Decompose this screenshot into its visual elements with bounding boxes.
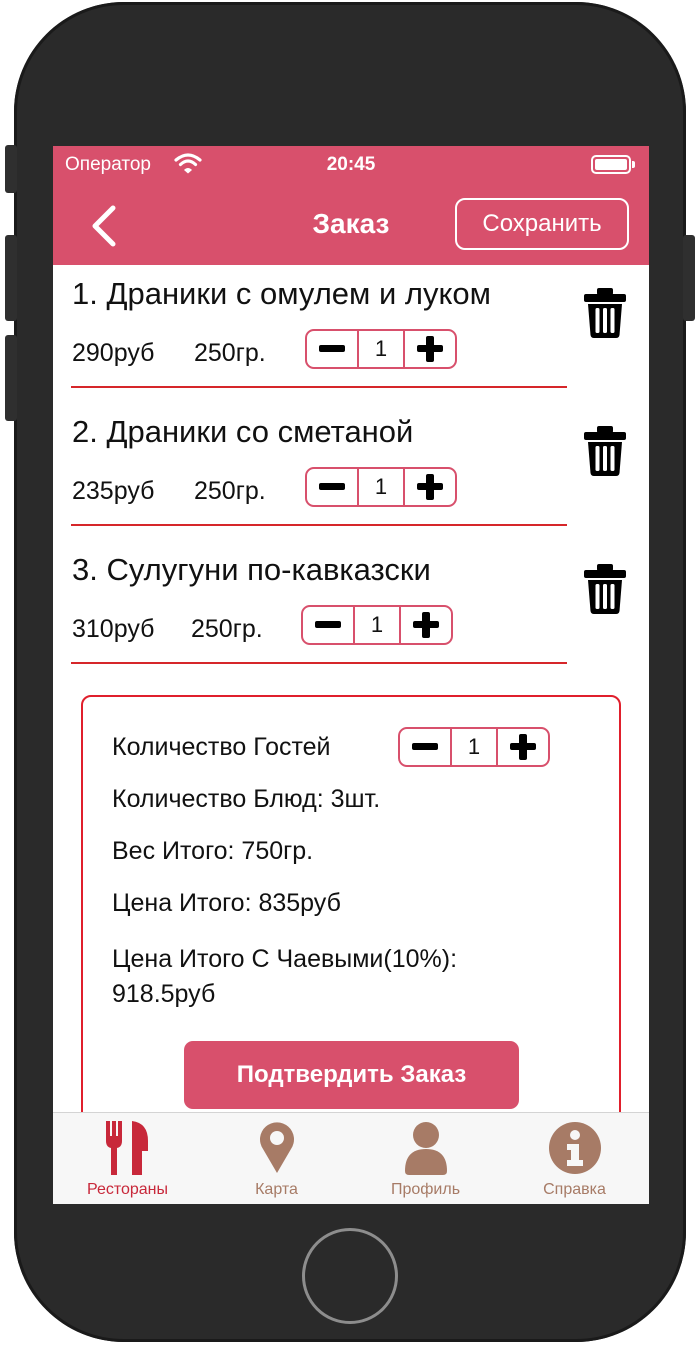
tab-label: Карта <box>255 1181 298 1198</box>
increment-button[interactable] <box>405 469 455 505</box>
item-separator <box>71 524 567 526</box>
tab-label: Профиль <box>390 1181 461 1198</box>
home-button[interactable] <box>302 1228 398 1324</box>
item-weight: 250гр. <box>194 477 266 505</box>
profile-icon <box>404 1122 447 1175</box>
mute-switch <box>5 145 17 193</box>
item-name: 2. Драники со сметаной <box>72 414 414 449</box>
item-price: 310руб <box>72 615 155 643</box>
trash-icon[interactable] <box>583 425 627 477</box>
item-name: 1. Драники с омулем и луком <box>72 276 491 311</box>
decrement-button[interactable] <box>307 331 357 367</box>
quantity-value: 1 <box>374 474 388 499</box>
screen: Оператор 20:45 Заказ Сохранить 1. Драник… <box>53 146 649 1204</box>
quantity-stepper: 1 <box>305 467 457 507</box>
guests-label: Количество Гостей <box>112 733 331 761</box>
decrement-button[interactable] <box>303 607 353 643</box>
tab-map[interactable]: Карта <box>202 1113 351 1204</box>
navigation-bar: Оператор 20:45 Заказ Сохранить <box>53 146 649 265</box>
increment-button[interactable] <box>401 607 451 643</box>
order-item: 3. Сулугуни по-кавказски 310руб 250гр. 1 <box>53 552 649 691</box>
price-total: Цена Итого: 835руб <box>112 889 341 917</box>
item-separator <box>71 662 567 664</box>
trash-icon[interactable] <box>583 287 627 339</box>
battery-icon <box>591 155 631 174</box>
info-icon <box>548 1122 601 1174</box>
item-separator <box>71 386 567 388</box>
power-button <box>683 235 695 321</box>
quantity-stepper: 1 <box>301 605 453 645</box>
increment-button[interactable] <box>498 729 548 765</box>
tab-restaurants[interactable]: Рестораны <box>53 1113 202 1204</box>
tab-profile[interactable]: Профиль <box>351 1113 500 1204</box>
battery-tip <box>632 161 635 168</box>
decrement-button[interactable] <box>400 729 450 765</box>
item-price: 290руб <box>72 339 155 367</box>
tab-bar: Рестораны Карта Профиль Справка <box>53 1112 649 1204</box>
item-name: 3. Сулугуни по-кавказски <box>72 552 431 587</box>
item-weight: 250гр. <box>191 615 263 643</box>
tab-label: Рестораны <box>86 1181 169 1198</box>
price-with-tips-label: Цена Итого С Чаевыми(10%): <box>112 945 458 973</box>
item-price: 235руб <box>72 477 155 505</box>
volume-up-button <box>5 235 17 321</box>
confirm-order-button[interactable]: Подтвердить Заказ <box>184 1041 519 1109</box>
increment-button[interactable] <box>405 331 455 367</box>
guests-stepper: 1 <box>398 727 550 767</box>
save-button[interactable]: Сохранить <box>455 198 629 250</box>
trash-icon[interactable] <box>583 563 627 615</box>
price-with-tips-value: 918.5руб <box>112 980 216 1008</box>
tab-label: Справка <box>543 1181 606 1198</box>
guests-value: 1 <box>467 734 481 759</box>
restaurant-icon <box>105 1121 148 1175</box>
order-item: 2. Драники со сметаной 235руб 250гр. 1 <box>53 414 649 553</box>
quantity-value: 1 <box>370 612 384 637</box>
status-time: 20:45 <box>326 154 376 175</box>
volume-down-button <box>5 335 17 421</box>
item-weight: 250гр. <box>194 339 266 367</box>
tab-help[interactable]: Справка <box>500 1113 649 1204</box>
decrement-button[interactable] <box>307 469 357 505</box>
quantity-value: 1 <box>374 336 388 361</box>
quantity-stepper: 1 <box>305 329 457 369</box>
dishes-count: Количество Блюд: 3шт. <box>112 785 381 813</box>
map-pin-icon <box>259 1122 294 1173</box>
order-item: 1. Драники с омулем и луком 290руб 250гр… <box>53 276 649 415</box>
weight-total: Вес Итого: 750гр. <box>112 837 314 865</box>
